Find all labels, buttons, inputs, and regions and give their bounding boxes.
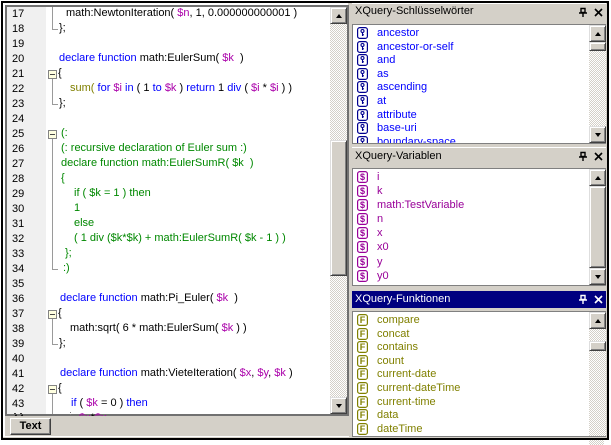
svg-text:$: $	[360, 214, 365, 224]
svg-text:F: F	[360, 410, 366, 420]
svg-text:$: $	[360, 200, 365, 210]
svg-text:F: F	[360, 424, 366, 434]
svg-text:F: F	[360, 329, 366, 339]
svg-text:$: $	[360, 257, 365, 267]
svg-text:F: F	[360, 342, 366, 352]
svg-text:$: $	[360, 186, 365, 196]
svg-text:$: $	[360, 242, 365, 252]
svg-text:F: F	[360, 356, 366, 366]
svg-text:F: F	[360, 315, 366, 325]
svg-text:F: F	[360, 383, 366, 393]
svg-text:$: $	[360, 228, 365, 238]
svg-text:F: F	[360, 369, 366, 379]
svg-text:F: F	[360, 397, 366, 407]
svg-text:$: $	[360, 271, 365, 281]
svg-text:$: $	[360, 172, 365, 182]
